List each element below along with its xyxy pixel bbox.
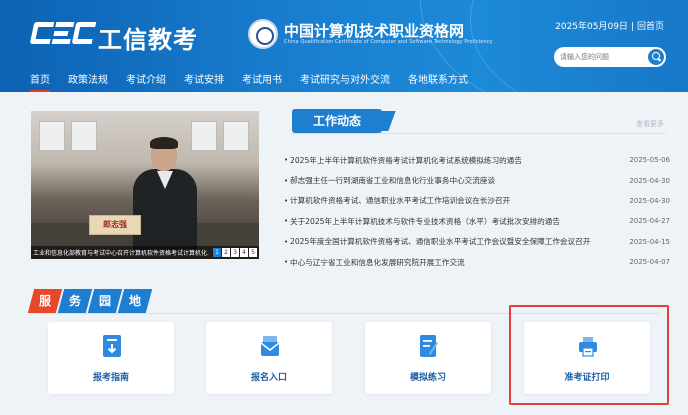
- slide-page-1[interactable]: 1: [213, 248, 221, 257]
- nav-policy[interactable]: 政策法规: [68, 71, 108, 89]
- practice-icon: [420, 335, 438, 357]
- top-right-info: 2025年05月09日 | 回首页: [555, 22, 664, 32]
- list-item[interactable]: • 郝志强主任一行到湖南省工业和信息化行业事务中心交流座谈 2025-04-30: [284, 170, 670, 190]
- services-title: 服 务 园 地: [27, 289, 153, 313]
- slide-pagination: 1 2 3 4 5: [213, 248, 257, 257]
- nav-local-contacts[interactable]: 各地联系方式: [408, 71, 468, 89]
- news-list: • 2025年上半年计算机软件资格考试计算机化考试系统模拟练习的通告 2025-05…: [284, 150, 670, 272]
- nav-exam-books[interactable]: 考试用书: [242, 71, 282, 89]
- list-item[interactable]: • 计算机软件资格考试、通信职业水平考试工作培训会议在长沙召开 2025-04-30: [284, 191, 670, 211]
- signup-icon: [260, 336, 280, 356]
- slide-photo-person: [133, 137, 197, 251]
- site-title: 中国计算机技术职业资格网: [284, 22, 465, 40]
- more-link[interactable]: 查看更多: [636, 119, 664, 129]
- service-card-label: 报名入口: [250, 373, 287, 383]
- tab-work-news[interactable]: 工作动态: [292, 109, 382, 133]
- nav-exam-intro[interactable]: 考试介绍: [126, 71, 166, 89]
- search-box: [554, 47, 666, 67]
- service-card-label: 模拟练习: [409, 373, 446, 383]
- home-link[interactable]: 回首页: [637, 22, 664, 32]
- slide-caption[interactable]: 工业和信息化部教育与考试中心召开计算机软件资格考试计算机化...: [33, 248, 209, 257]
- news-slideshow[interactable]: 郎志强 工业和信息化部教育与考试中心召开计算机软件资格考试计算机化... 1 2…: [31, 111, 259, 259]
- cec-logo[interactable]: [29, 22, 97, 44]
- service-card-practice[interactable]: 模拟练习: [365, 322, 491, 394]
- list-item[interactable]: • 2025年上半年计算机软件资格考试计算机化考试系统模拟练习的通告 2025-05…: [284, 150, 670, 170]
- divider: [292, 133, 666, 134]
- service-card-label: 报考指南: [92, 373, 129, 383]
- search-input[interactable]: [560, 50, 636, 64]
- service-card-guide[interactable]: 报考指南: [48, 322, 174, 394]
- list-item[interactable]: • 中心与辽宁省工业和信息化发展研究院开展工作交流 2025-04-07: [284, 252, 670, 272]
- nav-research-exchange[interactable]: 考试研究与对外交流: [300, 71, 390, 89]
- list-item[interactable]: • 关于2025年上半年计算机技术与软件专业技术资格（水平）考试批次安排的通告 20…: [284, 211, 670, 231]
- nameplate: 郎志强: [89, 215, 141, 235]
- emblem-icon: [248, 19, 278, 49]
- search-icon[interactable]: [648, 49, 664, 65]
- slide-page-2[interactable]: 2: [222, 248, 230, 257]
- service-card-signup[interactable]: 报名入口: [206, 322, 332, 394]
- guide-icon: [103, 335, 121, 357]
- brand-name: 工信教考: [98, 26, 198, 54]
- slide-page-4[interactable]: 4: [240, 248, 248, 257]
- site-subtitle: China Qualification Certificate of Compu…: [284, 39, 493, 45]
- slide-page-5[interactable]: 5: [249, 248, 257, 257]
- main-nav: 首页 政策法规 考试介绍 考试安排 考试用书 考试研究与对外交流 各地联系方式: [30, 71, 486, 92]
- header-decoration: [470, 0, 688, 92]
- nav-exam-schedule[interactable]: 考试安排: [184, 71, 224, 89]
- current-date: 2025年05月09日: [555, 22, 628, 32]
- nav-home[interactable]: 首页: [30, 71, 50, 92]
- slide-page-3[interactable]: 3: [231, 248, 239, 257]
- site-header: 工信教考 中国计算机技术职业资格网 China Qualification Ce…: [0, 0, 688, 92]
- highlight-box: [509, 305, 669, 405]
- list-item[interactable]: • 2025年度全国计算机软件资格考试、通信职业水平考试工作会议暨安全保障工作会议…: [284, 232, 670, 252]
